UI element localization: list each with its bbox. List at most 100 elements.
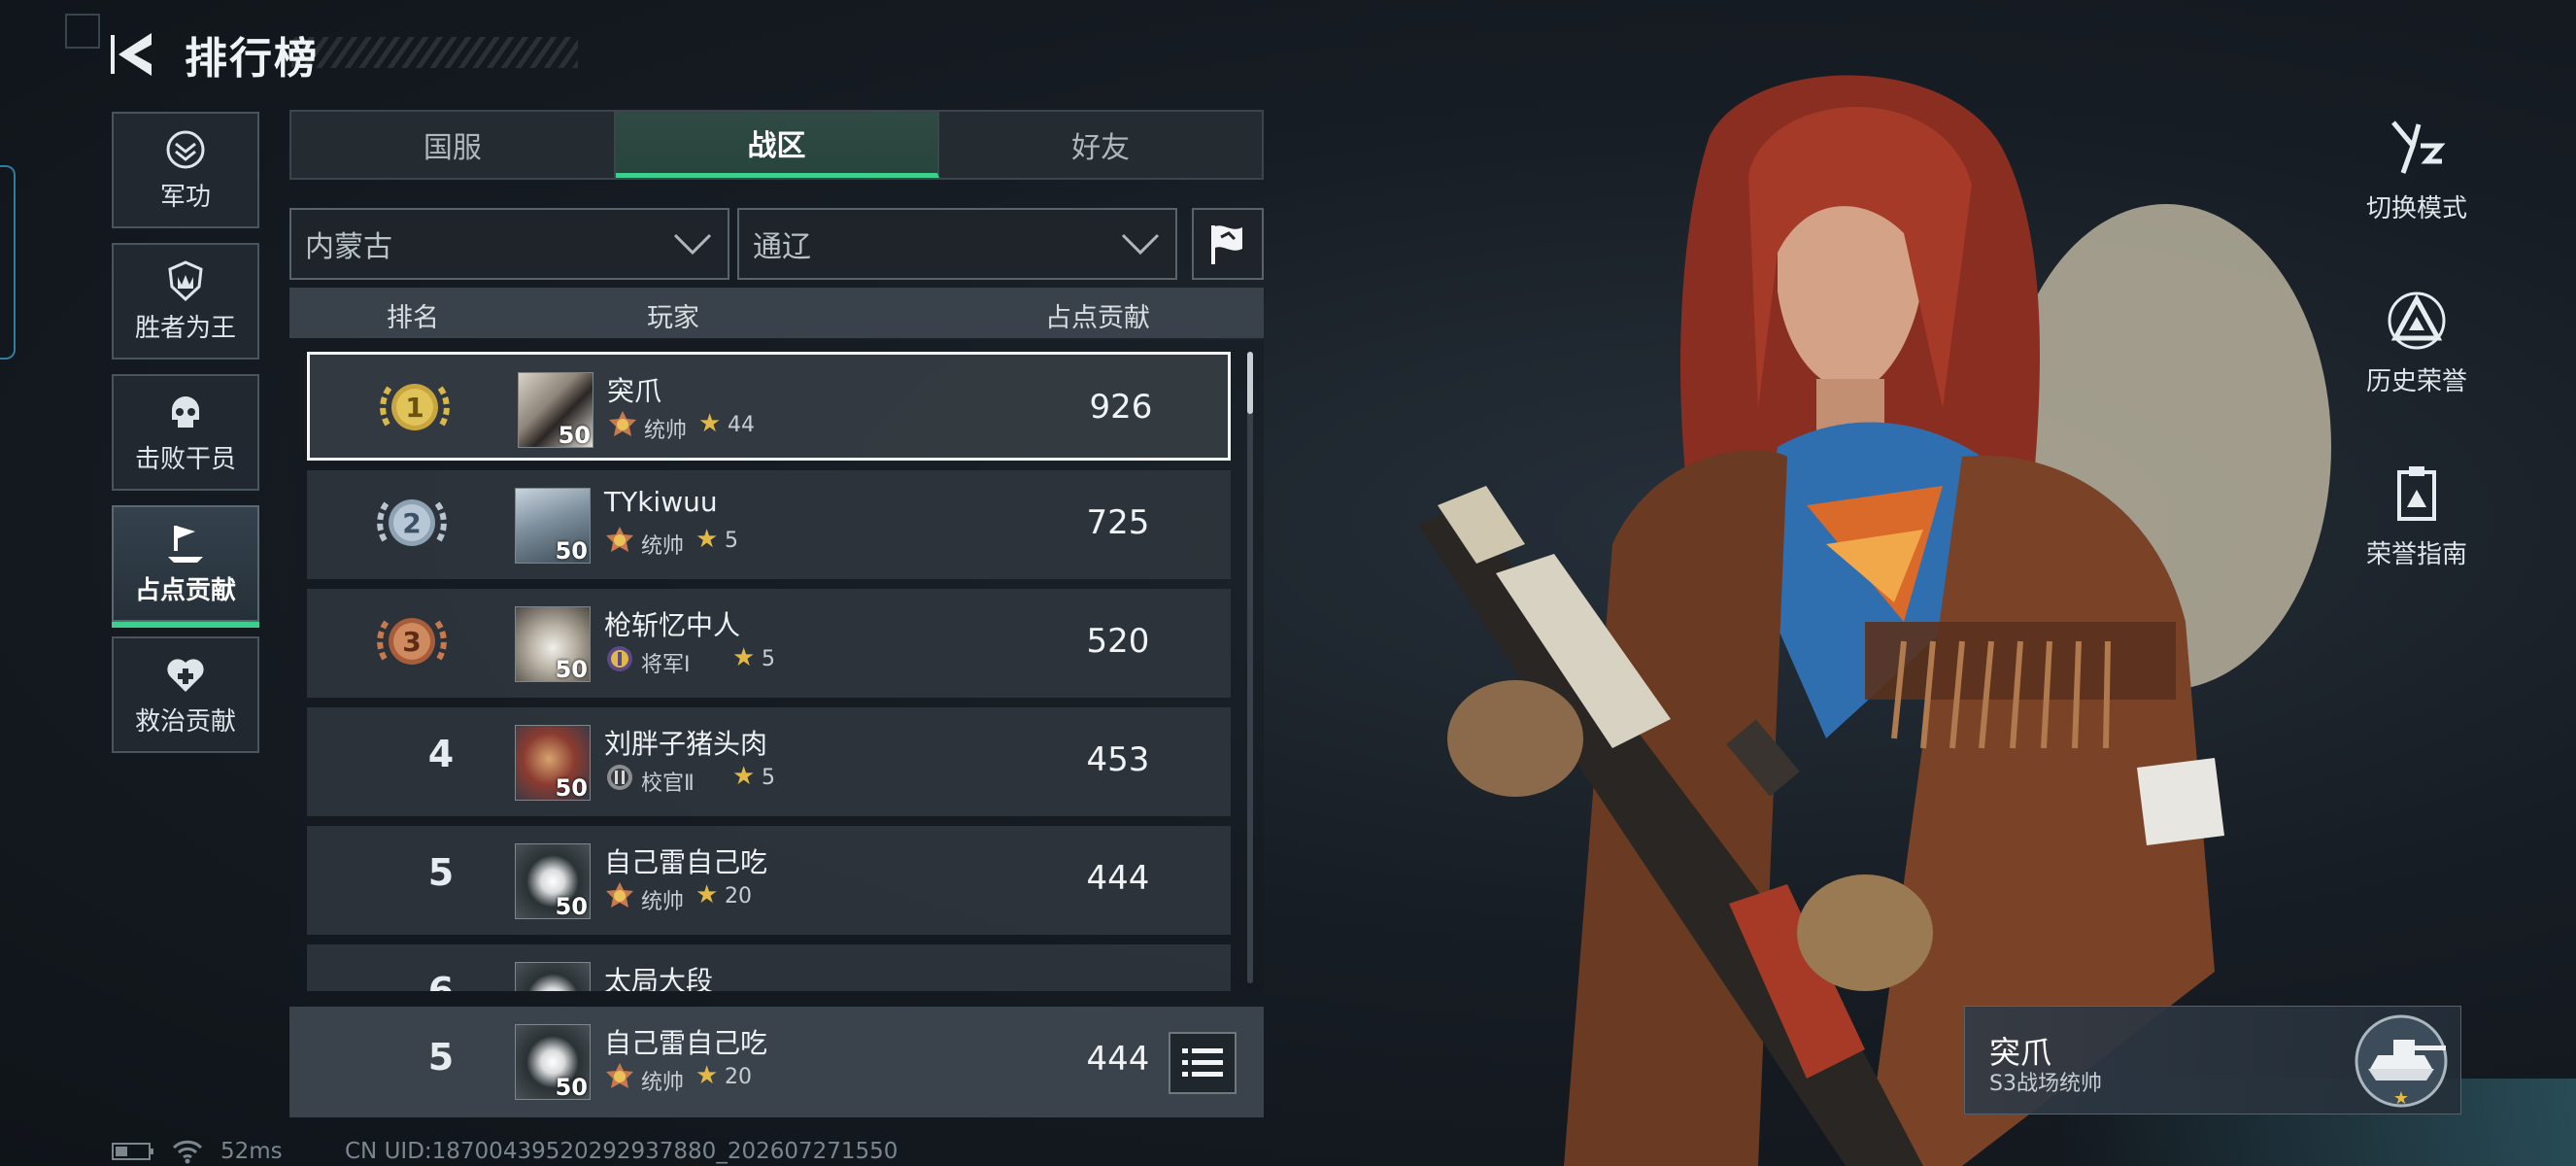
sidebar-item-label: 击败干员: [134, 444, 236, 474]
sidebar-item-defeat-operators[interactable]: 击败干员: [112, 374, 259, 491]
sidebar-item-military-merit[interactable]: 军功: [112, 112, 259, 228]
medical-heart-icon: [167, 658, 204, 692]
province-dropdown[interactable]: 内蒙古: [289, 208, 729, 280]
rank-number: 4: [427, 733, 455, 775]
star-count: 5: [762, 647, 775, 671]
player-name: 自己雷自己吃: [604, 846, 768, 878]
player-name: 刘胖子猪头肉: [604, 728, 768, 760]
city-value: 通辽: [753, 230, 811, 264]
history-honor-button[interactable]: 历史荣誉: [2349, 290, 2485, 397]
tab-national[interactable]: 国服: [291, 112, 616, 178]
list-scroll-thumb[interactable]: [1247, 352, 1253, 414]
score-value: 444: [1086, 859, 1150, 898]
sidebar-item-label: 占点贡献: [134, 575, 236, 605]
sidebar-item-heal-contribution[interactable]: 救治贡献: [112, 636, 259, 753]
corner-frame: [65, 14, 100, 49]
rank-badge-icon: [606, 882, 633, 908]
silver-medal-icon: 2: [377, 499, 447, 546]
rank-badge-icon: [607, 646, 632, 671]
tab-friends[interactable]: 好友: [939, 112, 1262, 178]
table-row[interactable]: 2 50 TYkiwuu 统帅 ★ 5 725: [307, 470, 1231, 579]
table-row[interactable]: 3 50 枪斩忆中人 将军Ⅰ ★ 5 520: [307, 589, 1231, 698]
gold-medal-icon: 1: [380, 384, 450, 430]
chevron-badge-icon: [166, 130, 205, 168]
star-icon: ★: [695, 1061, 719, 1090]
tab-war-zone[interactable]: 战区: [615, 112, 940, 178]
chevron-down-icon: [1121, 233, 1160, 256]
svg-text:3: 3: [402, 626, 421, 658]
page-title: 排行榜: [185, 34, 319, 84]
list-view-button[interactable]: [1169, 1032, 1237, 1094]
switch-mode-label: 切换模式: [2365, 194, 2467, 223]
table-row[interactable]: 1 50 突爪 统帅 ★ 44 926: [307, 352, 1231, 461]
star-count: 44: [728, 413, 755, 437]
rank-title: 将军Ⅰ: [641, 653, 691, 677]
svg-text:2: 2: [402, 507, 421, 539]
player-name: 枪斩忆中人: [604, 609, 741, 641]
header-score: 占点贡献: [1045, 303, 1150, 333]
player-name: 太局大段: [604, 965, 714, 991]
battery-icon: [112, 1143, 153, 1160]
rank-badge-icon: [607, 765, 632, 790]
flag-point-icon: [168, 525, 203, 563]
city-dropdown[interactable]: 通辽: [737, 208, 1177, 280]
region-flag-button[interactable]: [1192, 208, 1264, 280]
side-edge-decoration: [0, 165, 16, 360]
score-value: 725: [1086, 503, 1150, 542]
avatar: 50: [515, 606, 591, 682]
player-name: TYkiwuu: [604, 486, 718, 518]
star-icon: ★: [698, 409, 722, 438]
avatar: 50: [515, 843, 591, 919]
switch-mode-icon: [2391, 120, 2446, 174]
rank-title: 统帅: [644, 419, 688, 443]
sidebar-item-winner[interactable]: 胜者为王: [112, 243, 259, 360]
wifi-icon: [172, 1140, 203, 1164]
header-player: 玩家: [647, 303, 699, 333]
my-player-name: 自己雷自己吃: [604, 1027, 768, 1059]
rank-title: 统帅: [641, 534, 685, 559]
honor-guide-button[interactable]: 荣誉指南: [2349, 463, 2485, 570]
back-arrow-icon[interactable]: [109, 27, 165, 82]
my-score-value: 444: [1086, 1040, 1150, 1079]
history-honor-icon: [2388, 292, 2446, 350]
my-rank-number: 5: [427, 1036, 455, 1079]
user-uid: CN UID:18700439520292937880_202607271550: [345, 1139, 898, 1164]
score-value: 926: [1089, 388, 1153, 427]
chevron-down-icon: [673, 233, 712, 256]
bronze-medal-icon: 3: [377, 618, 447, 665]
table-row[interactable]: 6 太局大段: [307, 944, 1231, 991]
sidebar-item-label: 军功: [159, 182, 211, 212]
sidebar-item-label: 胜者为王: [134, 313, 236, 343]
rank-badge-icon: [606, 1063, 633, 1088]
table-row[interactable]: 5 50 自己雷自己吃 统帅 ★ 20 444: [307, 826, 1231, 935]
rank-number: 5: [427, 851, 455, 894]
avatar: 50: [518, 372, 593, 448]
star-count: 5: [725, 529, 738, 553]
rank-number: 6: [427, 970, 455, 991]
history-honor-label: 历史荣誉: [2365, 367, 2467, 396]
table-row[interactable]: 4 50 刘胖子猪头肉 校官Ⅱ ★ 5 453: [307, 707, 1231, 816]
switch-mode-button[interactable]: 切换模式: [2349, 117, 2485, 224]
list-scrollbar[interactable]: [1247, 352, 1253, 983]
ping-value: 52ms: [220, 1139, 283, 1164]
avatar: 50: [515, 488, 591, 564]
sidebar-item-label: 救治贡献: [134, 706, 236, 737]
header-rank: 排名: [387, 303, 439, 333]
rank-title: 校官Ⅱ: [641, 772, 695, 796]
star-icon: ★: [695, 880, 719, 909]
leaderboard-list[interactable]: 1 50 突爪 统帅 ★ 44 926 2 50 TYkiwuu 统帅 ★ 5 …: [289, 340, 1264, 991]
skull-icon: [172, 395, 199, 428]
flag-icon: [1211, 225, 1242, 264]
my-avatar: 50: [515, 1024, 591, 1100]
title-decoration: [291, 37, 578, 68]
status-footer: 52ms: [112, 1139, 283, 1164]
list-icon: [1182, 1048, 1223, 1077]
scope-tabs: 国服 战区 好友: [289, 110, 1264, 180]
star-count: 20: [725, 884, 752, 909]
rank-badge-icon: [606, 527, 633, 552]
my-rank-bar: 5 50 自己雷自己吃 统帅 ★ 20 444: [289, 1007, 1264, 1117]
rank-title: 统帅: [641, 890, 685, 914]
sidebar-item-point-contribution[interactable]: 占点贡献: [112, 505, 259, 628]
table-header: 排名 玩家 占点贡献: [289, 288, 1264, 338]
star-icon: ★: [695, 525, 719, 554]
